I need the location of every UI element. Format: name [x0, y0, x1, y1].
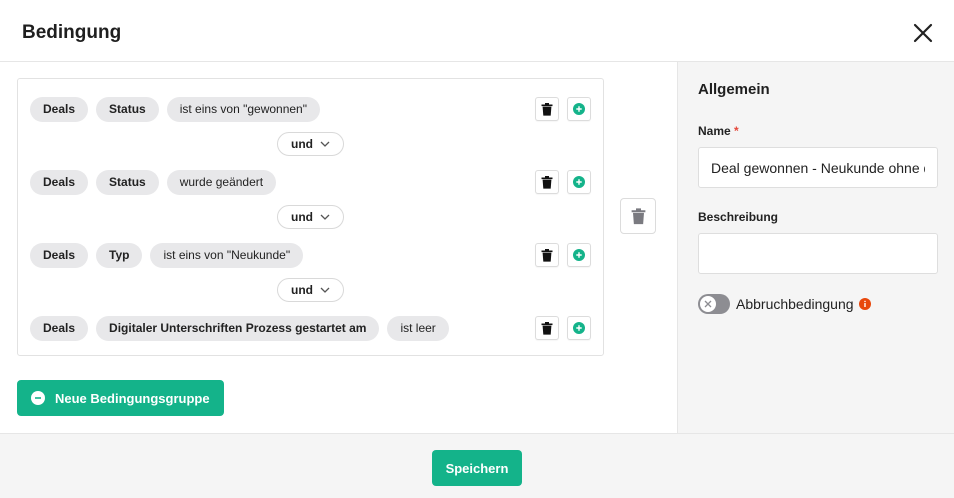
abort-condition-toggle[interactable] [698, 294, 730, 314]
delete-group-button[interactable] [620, 198, 656, 234]
condition-group: Deals Status ist eins von "gewonnen" und… [17, 78, 604, 356]
condition-field-pill[interactable]: Typ [96, 242, 143, 268]
delete-condition-button[interactable] [535, 316, 559, 340]
condition-operator-pill[interactable]: ist leer [387, 315, 449, 341]
join-operator-select[interactable]: und [277, 132, 344, 156]
general-panel: Allgemein Name * Beschreibung Abbruchbed… [677, 62, 954, 433]
chevron-down-icon [320, 214, 330, 220]
dialog-footer: Speichern [0, 433, 954, 498]
toggle-knob [700, 296, 716, 312]
plus-circle-icon [573, 176, 585, 188]
join-operator-label: und [291, 137, 313, 151]
save-button[interactable]: Speichern [432, 450, 522, 486]
description-label: Beschreibung [698, 210, 779, 224]
chevron-down-icon [320, 287, 330, 293]
new-condition-group-button[interactable]: Neue Bedingungsgruppe [17, 380, 224, 416]
add-condition-button[interactable] [567, 316, 591, 340]
condition-row: Deals Status ist eins von "gewonnen" [30, 96, 328, 122]
condition-entity-pill[interactable]: Deals [30, 169, 89, 195]
add-condition-button[interactable] [567, 243, 591, 267]
delete-condition-button[interactable] [535, 243, 559, 267]
close-icon [704, 300, 712, 308]
delete-condition-button[interactable] [535, 97, 559, 121]
condition-row: Deals Digitaler Unterschriften Prozess g… [30, 315, 457, 341]
condition-row: Deals Typ ist eins von "Neukunde" [30, 242, 311, 268]
add-condition-button[interactable] [567, 170, 591, 194]
name-input[interactable] [698, 147, 938, 188]
join-operator-select[interactable]: und [277, 205, 344, 229]
chevron-down-icon [320, 141, 330, 147]
join-operator-select[interactable]: und [277, 278, 344, 302]
name-label: Name * [698, 124, 739, 138]
plus-circle-icon [573, 322, 585, 334]
panel-title: Allgemein [698, 81, 770, 98]
trash-icon [541, 175, 553, 189]
join-operator-label: und [291, 210, 313, 224]
condition-entity-pill[interactable]: Deals [30, 96, 89, 122]
condition-entity-pill[interactable]: Deals [30, 242, 89, 268]
condition-field-pill[interactable]: Digitaler Unterschriften Prozess gestart… [96, 315, 380, 341]
plus-circle-icon [573, 103, 585, 115]
delete-condition-button[interactable] [535, 170, 559, 194]
condition-row-actions [535, 170, 599, 194]
required-marker: * [734, 124, 739, 138]
abort-condition-label: Abbruchbedingung [736, 296, 854, 312]
join-operator-label: und [291, 283, 313, 297]
trash-icon [631, 207, 645, 224]
condition-row-actions [535, 243, 599, 267]
condition-operator-pill[interactable]: wurde geändert [166, 169, 277, 195]
condition-entity-pill[interactable]: Deals [30, 315, 89, 341]
condition-row-actions [535, 316, 599, 340]
condition-field-pill[interactable]: Status [96, 169, 159, 195]
info-icon[interactable] [858, 298, 871, 310]
condition-field-pill[interactable]: Status [96, 96, 159, 122]
description-input[interactable] [698, 233, 938, 274]
trash-icon [541, 102, 553, 116]
condition-row: Deals Status wurde geändert [30, 169, 284, 195]
condition-operator-pill[interactable]: ist eins von "Neukunde" [150, 242, 304, 268]
abort-condition-row: Abbruchbedingung [698, 294, 871, 314]
close-icon [913, 23, 933, 43]
condition-operator-pill[interactable]: ist eins von "gewonnen" [166, 96, 320, 122]
conditions-area: Deals Status ist eins von "gewonnen" und… [0, 62, 677, 433]
dialog-header: Bedingung [0, 0, 954, 62]
trash-icon [541, 248, 553, 262]
condition-row-actions [535, 97, 599, 121]
trash-icon [541, 321, 553, 335]
add-condition-button[interactable] [567, 97, 591, 121]
new-condition-group-label: Neue Bedingungsgruppe [55, 390, 210, 406]
name-label-text: Name [698, 124, 731, 138]
close-button[interactable] [908, 18, 938, 48]
dialog-title: Bedingung [22, 22, 122, 43]
plus-circle-icon [31, 391, 45, 405]
plus-circle-icon [573, 249, 585, 261]
